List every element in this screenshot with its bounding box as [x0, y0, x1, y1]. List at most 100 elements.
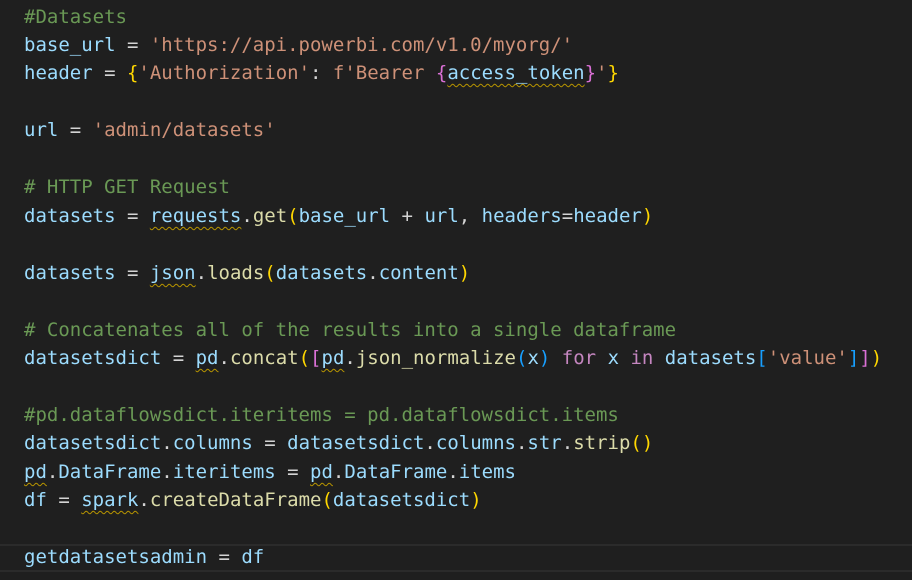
variable: datasets [24, 205, 116, 227]
variable: df [241, 546, 265, 568]
code-line-18[interactable]: df = spark.createDataFrame(datasetsdict) [24, 486, 482, 514]
comment: #Datasets [24, 6, 127, 28]
punctuation: . [447, 461, 459, 483]
punctuation: . [161, 461, 173, 483]
string-literal: ' [596, 62, 608, 84]
variable: base_url [24, 34, 116, 56]
code-line-7[interactable]: # HTTP GET Request [24, 173, 230, 201]
operator: = [252, 432, 288, 454]
keyword: for [550, 347, 608, 369]
variable: datasetsdict [287, 432, 425, 454]
attribute: iteritems [172, 461, 276, 483]
module-name: pd [321, 347, 345, 369]
punctuation: . [561, 432, 574, 454]
argument: base_url [298, 205, 391, 227]
bracket: ) [870, 347, 883, 369]
bracket: ( [321, 489, 333, 511]
string-literal: 'Authorization' [138, 62, 311, 84]
function-name: createDataFrame [149, 489, 322, 511]
code-line-17[interactable]: pd.DataFrame.iteritems = pd.DataFrame.it… [24, 458, 516, 486]
code-line-20[interactable]: getdatasetsadmin = df [24, 543, 264, 571]
code-line-10[interactable]: datasets = json.loads(datasets.content) [24, 259, 470, 287]
argument: x [527, 347, 539, 369]
operator: = [207, 546, 242, 568]
module-name: pd [24, 461, 47, 483]
punctuation: . [515, 432, 528, 454]
punctuation: . [241, 205, 253, 227]
code-line-2[interactable]: base_url = 'https://api.powerbi.com/v1.0… [24, 31, 573, 59]
module-name: requests [149, 205, 242, 227]
variable: df [24, 489, 47, 511]
keyword: in [619, 347, 665, 369]
operator: = [161, 347, 196, 369]
code-line-13[interactable]: datasetsdict = pd.concat([pd.json_normal… [24, 344, 882, 372]
fstring-literal: f'Bearer [332, 62, 436, 84]
comment: # HTTP GET Request [24, 176, 230, 198]
punctuation: . [218, 347, 230, 369]
function-name: loads [207, 262, 265, 284]
variable: datasets [24, 262, 116, 284]
punctuation: : [310, 62, 333, 84]
punctuation: , [458, 205, 482, 227]
code-line-8[interactable]: datasets = requests.get(base_url + url, … [24, 202, 653, 230]
attribute: columns [172, 432, 253, 454]
bracket: ( [298, 347, 311, 369]
keyword-argument: headers [481, 205, 562, 227]
bracket: ) [458, 262, 471, 284]
argument: header [573, 205, 642, 227]
attribute: content [378, 262, 459, 284]
string-literal: 'value' [767, 347, 848, 369]
operator: + [390, 205, 425, 227]
bracket: [ [310, 347, 322, 369]
code-line-15[interactable]: #pd.dataflowsdict.iteritems = pd.dataflo… [24, 401, 619, 429]
variable: datasets [664, 347, 757, 369]
code-line-1[interactable]: #Datasets [24, 3, 127, 31]
attribute: str [527, 432, 562, 454]
bracket: ) [641, 205, 654, 227]
comment: # Concatenates all of the results into a… [24, 319, 677, 341]
punctuation: . [195, 262, 208, 284]
punctuation: . [46, 461, 59, 483]
variable: header [24, 62, 93, 84]
punctuation: . [332, 461, 345, 483]
operator: = [115, 262, 150, 284]
operator: = [275, 461, 311, 483]
module-name: spark [81, 489, 139, 511]
bracket: ] [847, 347, 860, 369]
argument: datasetsdict [332, 489, 471, 511]
code-line-12[interactable]: # Concatenates all of the results into a… [24, 316, 676, 344]
variable: datasetsdict [24, 347, 162, 369]
function-name: concat [229, 347, 299, 369]
attribute: items [458, 461, 516, 483]
comment: #pd.dataflowsdict.iteritems = pd.dataflo… [24, 404, 619, 426]
bracket: ( [516, 347, 528, 369]
operator: = [92, 62, 127, 84]
module-name: pd [310, 461, 333, 483]
loop-variable: x [607, 347, 620, 369]
variable: datasetsdict [24, 432, 162, 454]
argument: datasets [275, 262, 368, 284]
undefined-variable: access_token [447, 62, 585, 84]
bracket: ) [470, 489, 482, 511]
bracket: } [607, 62, 619, 84]
bracket: () [630, 432, 654, 454]
function-name: json_normalize [355, 347, 516, 369]
function-name: get [252, 205, 288, 227]
punctuation: . [344, 347, 356, 369]
code-editor[interactable]: #Datasets base_url = 'https://api.powerb… [0, 0, 912, 580]
bracket: { [435, 62, 448, 84]
function-name: strip [573, 432, 631, 454]
module-name: pd [195, 347, 219, 369]
operator: = [115, 34, 150, 56]
operator: = [58, 119, 93, 141]
bracket: [ [756, 347, 768, 369]
variable: url [24, 119, 59, 141]
punctuation: . [424, 432, 436, 454]
code-line-16[interactable]: datasetsdict.columns = datasetsdict.colu… [24, 429, 653, 457]
code-line-3[interactable]: header = {'Authorization': f'Bearer {acc… [24, 59, 619, 87]
bracket: ] [859, 347, 871, 369]
punctuation: . [138, 489, 150, 511]
code-line-5[interactable]: url = 'admin/datasets' [24, 116, 276, 144]
module-name: json [149, 262, 196, 284]
class-name: DataFrame [344, 461, 448, 483]
